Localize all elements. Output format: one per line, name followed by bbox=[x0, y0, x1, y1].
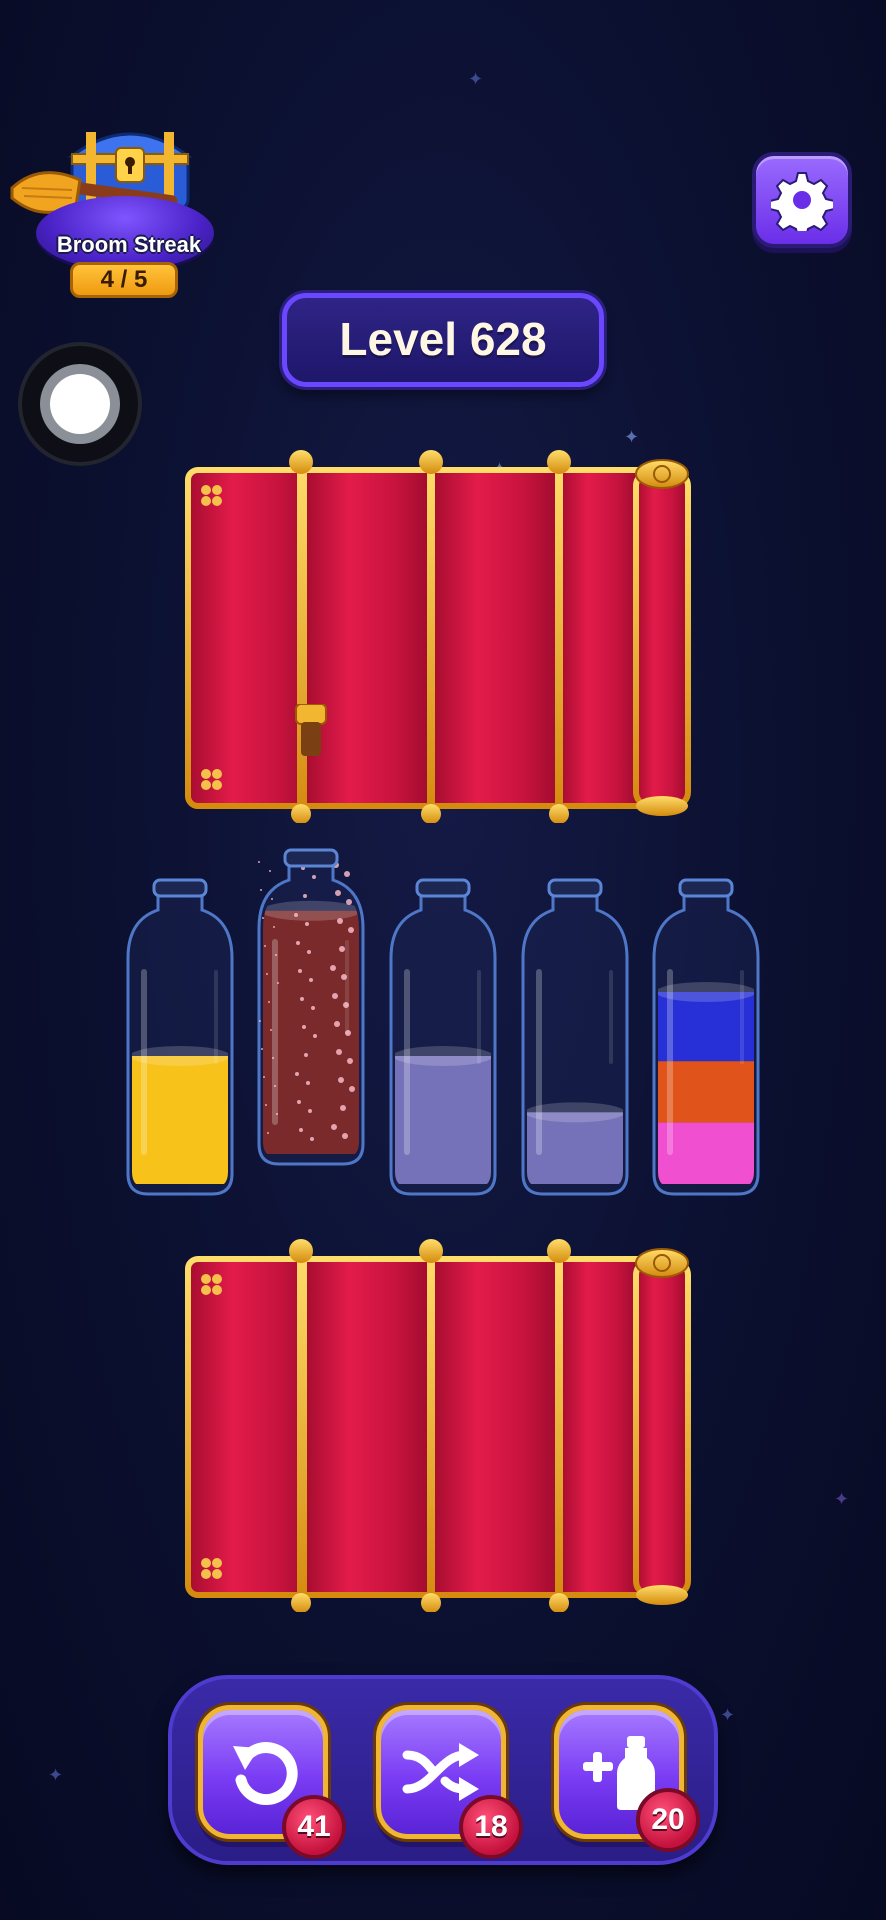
sparkle bbox=[302, 1025, 306, 1029]
gear-icon bbox=[771, 172, 833, 231]
sparkle bbox=[312, 875, 316, 879]
sparkle bbox=[262, 917, 264, 919]
streak-count: 4 / 5 bbox=[70, 262, 178, 298]
sparkle bbox=[339, 946, 345, 952]
sparkle bbox=[269, 870, 271, 872]
sparkle bbox=[334, 1021, 340, 1027]
sparkle bbox=[299, 1128, 303, 1132]
star-decoration: ✦ bbox=[834, 1489, 850, 1509]
sparkle bbox=[332, 993, 338, 999]
star-decoration: ✦ bbox=[48, 1765, 64, 1785]
curtain-top bbox=[185, 450, 691, 823]
sparkle bbox=[344, 871, 350, 877]
sparkle bbox=[273, 926, 275, 928]
sparkle bbox=[296, 941, 300, 945]
sparkle bbox=[340, 1105, 346, 1111]
sparkle bbox=[307, 950, 311, 954]
sparkle bbox=[300, 997, 304, 1001]
sparkle bbox=[336, 1049, 342, 1055]
sparkle bbox=[271, 898, 273, 900]
settings-button[interactable] bbox=[752, 152, 852, 248]
bottle[interactable] bbox=[251, 832, 371, 1168]
sparkle bbox=[310, 1137, 314, 1141]
sparkle bbox=[298, 969, 302, 973]
sparkle bbox=[338, 1077, 344, 1083]
sparkle bbox=[294, 913, 298, 917]
bottle[interactable] bbox=[120, 862, 240, 1198]
bottle[interactable] bbox=[383, 862, 503, 1198]
bottle[interactable] bbox=[515, 862, 635, 1198]
sparkle bbox=[308, 1109, 312, 1113]
sparkle bbox=[295, 1072, 299, 1076]
sparkle bbox=[260, 889, 262, 891]
sparkle bbox=[335, 890, 341, 896]
sparkle bbox=[266, 973, 268, 975]
sparkle bbox=[265, 1104, 267, 1106]
sparkle bbox=[337, 918, 343, 924]
undo-icon bbox=[233, 1742, 298, 1806]
sparkle bbox=[268, 1001, 270, 1003]
sparkle bbox=[264, 945, 266, 947]
sparkle bbox=[346, 899, 352, 905]
undo-count: 41 bbox=[282, 1795, 346, 1859]
star-decoration: ✦ bbox=[468, 69, 484, 89]
sparkle bbox=[270, 1029, 272, 1031]
sparkle bbox=[263, 1076, 265, 1078]
sparkle bbox=[261, 1048, 263, 1050]
record-button[interactable] bbox=[18, 342, 142, 466]
sparkle bbox=[311, 1006, 315, 1010]
add-bottle-count: 20 bbox=[636, 1788, 700, 1852]
sparkle bbox=[313, 1034, 317, 1038]
sparkle bbox=[259, 1020, 261, 1022]
level-title: Level 628 bbox=[282, 293, 604, 387]
shuffle-count: 18 bbox=[459, 1795, 523, 1859]
sparkle bbox=[347, 1058, 353, 1064]
sparkle bbox=[267, 1132, 269, 1134]
sparkle bbox=[349, 1086, 355, 1092]
sparkle bbox=[348, 927, 354, 933]
streak-label: Broom Streak bbox=[56, 232, 202, 257]
sparkle bbox=[258, 861, 260, 863]
bottle[interactable] bbox=[646, 862, 766, 1198]
sparkle bbox=[342, 1133, 348, 1139]
star-decoration: ✦ bbox=[720, 1705, 736, 1725]
sparkle bbox=[304, 1053, 308, 1057]
sparkle bbox=[309, 978, 313, 982]
shuffle-icon bbox=[402, 1743, 479, 1801]
curtain-bottom bbox=[185, 1239, 691, 1612]
sparkle bbox=[305, 922, 309, 926]
broom-streak-badge[interactable]: Broom Streak 4 / 5 bbox=[10, 118, 214, 303]
sparkle bbox=[297, 1100, 301, 1104]
record-dot bbox=[50, 374, 110, 434]
cork-icon bbox=[295, 704, 327, 756]
sparkle bbox=[331, 1124, 337, 1130]
star-decoration: ✦ bbox=[624, 427, 640, 447]
sparkle bbox=[303, 894, 307, 898]
sparkle bbox=[306, 1081, 310, 1085]
sparkle bbox=[330, 965, 336, 971]
